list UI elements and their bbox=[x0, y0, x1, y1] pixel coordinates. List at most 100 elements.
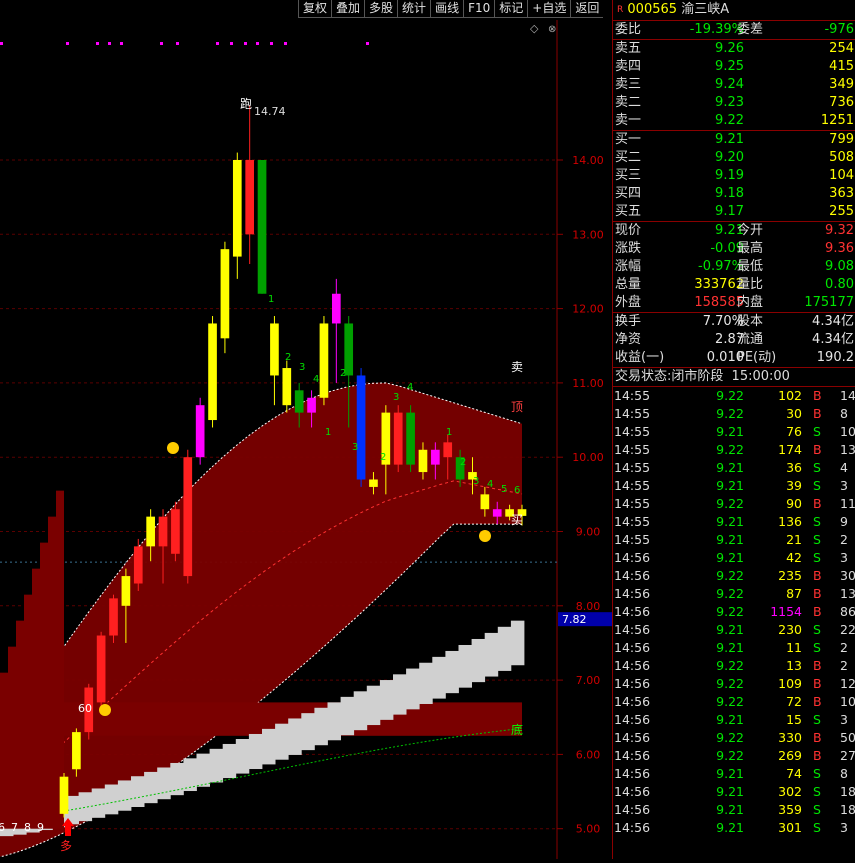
trade-row: 14:56 9.21 359 S 18 bbox=[613, 801, 855, 819]
trade-count: 30 bbox=[840, 568, 855, 583]
trade-count: 12 bbox=[840, 676, 855, 691]
quote-label: 涨幅 bbox=[615, 259, 642, 274]
toolbar-button-2[interactable]: 多股 bbox=[364, 0, 398, 18]
sell-level-label: 卖一 bbox=[615, 113, 642, 128]
trade-time: 14:55 bbox=[614, 460, 651, 475]
trade-side: B bbox=[813, 406, 822, 421]
count-digit: 3 bbox=[473, 476, 479, 487]
signal-dot bbox=[284, 42, 287, 45]
buy-level-volume: 255 bbox=[829, 204, 854, 219]
candle-body bbox=[431, 449, 440, 465]
trade-volume: 76 bbox=[786, 424, 802, 439]
trade-volume: 74 bbox=[786, 766, 802, 781]
toolbar-button-7[interactable]: +自选 bbox=[527, 0, 571, 18]
trade-time: 14:56 bbox=[614, 568, 651, 583]
grey-band-step bbox=[157, 767, 171, 800]
count-digit: 2 bbox=[340, 368, 346, 379]
quote-label: 总量 bbox=[615, 277, 642, 292]
count-digit: 4 bbox=[407, 382, 413, 393]
left-step bbox=[0, 672, 8, 829]
grey-band-step bbox=[209, 748, 224, 783]
sell-level: 卖四 9.25 415 bbox=[613, 58, 855, 76]
toolbar-button-5[interactable]: F10 bbox=[463, 0, 495, 18]
candle-body bbox=[109, 598, 118, 636]
candle-body bbox=[121, 576, 131, 606]
trade-price: 9.21 bbox=[716, 766, 744, 781]
trade-count: 4 bbox=[840, 460, 848, 475]
candle-body bbox=[183, 457, 193, 577]
trade-side: B bbox=[813, 748, 822, 763]
trade-time: 14:56 bbox=[614, 658, 651, 673]
trade-count: 11 bbox=[840, 496, 855, 511]
grey-band-step bbox=[510, 620, 525, 666]
trade-side: S bbox=[813, 784, 821, 799]
toolbar-button-4[interactable]: 画线 bbox=[430, 0, 464, 18]
candle-body bbox=[294, 390, 304, 413]
current-price-label: 7.82 bbox=[562, 613, 587, 626]
trade-time: 14:56 bbox=[614, 820, 651, 835]
toolbar-button-1[interactable]: 叠加 bbox=[331, 0, 365, 18]
smiley-icon bbox=[167, 442, 179, 454]
count-digit: 2 bbox=[285, 352, 291, 363]
trade-row: 14:55 9.21 76 S 10 bbox=[613, 423, 855, 441]
left-number: 9 bbox=[37, 821, 44, 834]
trade-time: 14:55 bbox=[614, 406, 651, 421]
trade-time: 14:56 bbox=[614, 676, 651, 691]
buy-level-label: 买二 bbox=[615, 150, 642, 165]
trade-row: 14:56 9.22 109 B 12 bbox=[613, 675, 855, 693]
count-digit: 2 bbox=[380, 452, 386, 463]
trade-ticks[interactable]: 14:55 9.22 102 B 14 14:55 9.22 30 B 8 14:55 9.21 76 S… bbox=[613, 387, 855, 837]
trade-side: S bbox=[813, 460, 821, 475]
trade-side: S bbox=[813, 622, 821, 637]
grey-band-step bbox=[275, 723, 289, 760]
toolbar-button-8[interactable]: 返回 bbox=[570, 0, 604, 18]
trade-row: 14:56 9.21 11 S 2 bbox=[613, 639, 855, 657]
trade-count: 3 bbox=[840, 550, 848, 565]
count-digit: 1 bbox=[446, 427, 452, 438]
sell-level-price: 9.22 bbox=[715, 113, 744, 128]
fund-label-2: PE(动) bbox=[737, 350, 777, 365]
trade-price: 9.21 bbox=[716, 622, 744, 637]
toolbar-button-6[interactable]: 标记 bbox=[494, 0, 528, 18]
toolbar-button-3[interactable]: 统计 bbox=[397, 0, 431, 18]
grey-band-step bbox=[104, 784, 119, 815]
buy-level-price: 9.20 bbox=[715, 150, 744, 165]
trade-volume: 42 bbox=[786, 550, 802, 565]
trade-time: 14:56 bbox=[614, 604, 651, 619]
kline-chart[interactable]: ◇ ⊗ 14.00 13.00 12.00 11.00 10.00 9.00 8.00 7.00 6… bbox=[0, 20, 612, 859]
trade-side: S bbox=[813, 424, 821, 439]
trade-row: 14:56 9.21 302 S 18 bbox=[613, 783, 855, 801]
candle-body bbox=[208, 323, 217, 421]
trade-side: S bbox=[813, 532, 821, 547]
trade-volume: 230 bbox=[778, 622, 802, 637]
trade-time: 14:55 bbox=[614, 388, 651, 403]
sell-level-price: 9.25 bbox=[715, 59, 744, 74]
sell-level-volume: 1251 bbox=[820, 113, 854, 128]
fund-value-2: 190.2 bbox=[816, 350, 854, 365]
quote-value-2: 175177 bbox=[804, 295, 854, 310]
grey-band-step bbox=[340, 696, 355, 736]
buy-level: 买一 9.21 799 bbox=[613, 131, 855, 149]
trade-price: 9.22 bbox=[716, 676, 744, 691]
trade-price: 9.21 bbox=[716, 640, 744, 655]
candle-body bbox=[270, 323, 279, 376]
grey-band-step bbox=[117, 780, 132, 811]
fund-row: 换手 7.70% 股本 4.34亿 bbox=[613, 313, 855, 331]
trade-count: 3 bbox=[840, 712, 848, 727]
grey-band-step bbox=[222, 743, 237, 779]
grey-band-step bbox=[248, 733, 263, 770]
buy-level-label: 买三 bbox=[615, 168, 642, 183]
signal-dot bbox=[176, 42, 179, 45]
trade-row: 14:56 9.21 74 S 8 bbox=[613, 765, 855, 783]
trade-price: 9.21 bbox=[716, 514, 744, 529]
buy-level: 买四 9.18 363 bbox=[613, 185, 855, 203]
candle-body bbox=[195, 405, 205, 458]
buy-book: 买一 9.21 799 买二 9.20 508 买三 9.19 104 买四 9.18 363 买五 9.… bbox=[613, 131, 855, 221]
trade-volume: 302 bbox=[778, 784, 802, 799]
count-digit: 1 bbox=[325, 427, 331, 438]
toolbar-button-0[interactable]: 复权 bbox=[298, 0, 332, 18]
buy-level: 买三 9.19 104 bbox=[613, 167, 855, 185]
trade-row: 14:56 9.21 230 S 22 bbox=[613, 621, 855, 639]
left-step bbox=[24, 594, 32, 829]
signal-dot bbox=[216, 42, 219, 45]
